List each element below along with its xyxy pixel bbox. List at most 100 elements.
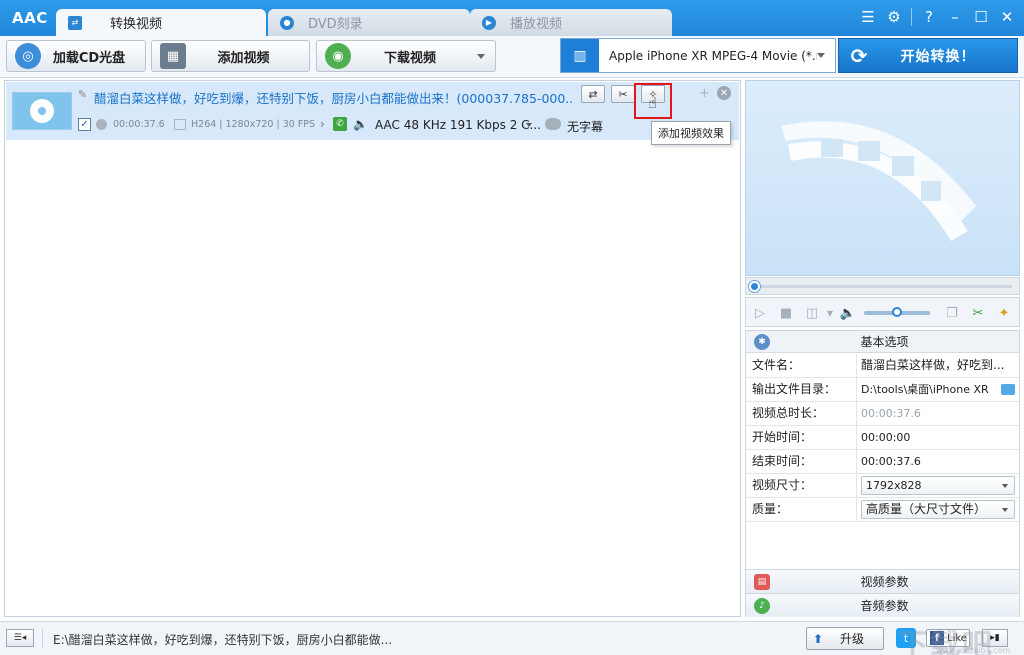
chevron-down-icon	[1002, 484, 1008, 488]
audio-track-select[interactable]: AAC 48 KHz 191 Kbps 2 C...	[375, 118, 541, 132]
audio-icon: ♪	[754, 597, 770, 614]
edit-pencil-icon[interactable]: ✎	[78, 88, 87, 101]
file-title[interactable]: 醋溜白菜这样做，好吃到爆，还特别下饭，厨房小白都能做出来！(000037.785…	[94, 88, 574, 107]
status-path: E:\醋溜白菜这样做，好吃到爆，还特别下饭，厨房小白都能做...	[53, 633, 393, 647]
play-icon: ▶	[482, 15, 496, 30]
end-time-field[interactable]: 00:00:37.6	[857, 450, 1019, 473]
load-cd-button[interactable]: ◎ 加载CD光盘	[6, 40, 146, 72]
load-cd-label: 加载CD光盘	[52, 50, 126, 66]
filename-field[interactable]: 醋溜白菜这样做，好吃到...	[857, 354, 1019, 377]
camera-icon[interactable]: ◫	[804, 305, 820, 321]
convert-icon: ⇄	[68, 15, 82, 30]
prop-key: 输出文件目录：	[746, 378, 857, 401]
chevron-down-icon	[1002, 508, 1008, 512]
start-time-field[interactable]: 00:00:00	[857, 426, 1019, 449]
chevron-down-icon[interactable]	[526, 123, 532, 127]
arrow-up-icon: ⬆	[813, 631, 824, 646]
video-params-section[interactable]: ▤ 视频参数	[746, 569, 1019, 593]
cut-button[interactable]: ✂	[611, 85, 635, 103]
stop-icon[interactable]: ■	[778, 305, 794, 321]
chevron-down-icon[interactable]: ▼	[822, 305, 838, 321]
twitter-icon[interactable]: t	[896, 628, 916, 648]
hand-cursor-icon: ☝	[648, 94, 658, 112]
subtitle-select[interactable]: 无字幕	[567, 118, 603, 135]
cd-plus-icon: ◎	[15, 43, 41, 69]
quality-select[interactable]: 高质量（大尺寸文件）	[861, 500, 1015, 519]
file-list: ✎ 醋溜白菜这样做，好吃到爆，还特别下饭，厨房小白都能做出来！(000037.7…	[4, 80, 741, 617]
window-controls: ☰ ⚙ ? – ☐ ✕	[859, 8, 1016, 26]
chevron-down-icon[interactable]	[477, 53, 485, 59]
player-controls: ▷ ■ ◫ ▼ 🔈 ❐ ✂ ✦	[745, 297, 1020, 327]
tab-dvd-burn[interactable]: ● DVD刻录	[268, 9, 470, 36]
panel-title: 基本选项	[860, 335, 909, 349]
minimize-icon[interactable]: –	[946, 8, 964, 26]
film-icon	[174, 119, 186, 130]
prop-key: 结束时间：	[746, 450, 857, 473]
wrench-icon: ✱	[754, 333, 770, 350]
help-icon[interactable]: ?	[920, 8, 938, 26]
seek-handle[interactable]	[749, 281, 760, 292]
volume-handle[interactable]	[892, 307, 902, 317]
output-dir-field[interactable]: D:\tools\桌面\iPhone XR	[857, 378, 1019, 401]
folder-icon[interactable]	[1001, 384, 1015, 395]
scissors-icon[interactable]: ✂	[970, 305, 986, 321]
plus-icon[interactable]: +	[699, 86, 710, 101]
prop-row-start-time: 开始时间： 00:00:00	[746, 426, 1019, 450]
disc-icon: ●	[280, 15, 294, 30]
tab-convert-video[interactable]: ⇄ 转换视频	[56, 9, 266, 36]
start-convert-button[interactable]: ⟳ 开始转换！	[838, 38, 1018, 73]
list-item[interactable]: ✎ 醋溜白菜这样做，好吃到爆，还特别下饭，厨房小白都能做出来！(000037.7…	[6, 82, 739, 145]
output-dir-value: D:\tools\桌面\iPhone XR	[861, 383, 989, 396]
film-reel-icon	[30, 99, 54, 123]
subtitle-bubble-icon	[545, 118, 561, 130]
section-label: 视频参数	[860, 575, 909, 589]
remove-item-icon[interactable]: ✕	[717, 86, 731, 100]
like-label: Like	[947, 632, 967, 644]
seek-track	[754, 285, 1012, 288]
tab-label: 播放视频	[510, 17, 563, 32]
chevron-right-icon[interactable]: ›	[320, 117, 325, 131]
gear-icon[interactable]: ⚙	[885, 8, 903, 26]
video-size-select[interactable]: 1792x828	[861, 476, 1015, 495]
upgrade-button[interactable]: ⬆ 升级	[806, 627, 884, 650]
tooltip: 添加视频效果	[651, 121, 731, 145]
app-logo: AAC	[12, 9, 48, 27]
seek-bar[interactable]	[745, 277, 1020, 295]
magic-wand-icon[interactable]: ✦	[996, 305, 1012, 321]
prop-key: 视频总时长：	[746, 402, 857, 425]
video-thumbnail[interactable]	[12, 92, 72, 130]
panel-toggle-button[interactable]: ▸▮	[982, 629, 1008, 647]
prop-row-output-dir: 输出文件目录： D:\tools\桌面\iPhone XR	[746, 378, 1019, 402]
start-label: 开始转换！	[900, 48, 976, 65]
total-duration-value: 00:00:37.6	[861, 407, 921, 420]
close-icon[interactable]: ✕	[998, 8, 1016, 26]
film-icon: ▤	[754, 573, 770, 590]
watermark-url: www.xiazaiba.com	[936, 646, 1011, 655]
tab-label: DVD刻录	[308, 17, 363, 32]
prop-key: 质量：	[746, 498, 857, 521]
profile-label: Apple iPhone XR MPEG-4 Movie (*.m...	[609, 48, 817, 63]
play-icon[interactable]: ▷	[752, 305, 768, 321]
convert-settings-button[interactable]: ⇄	[581, 85, 605, 103]
properties-panel: ✱ 基本选项 文件名： 醋溜白菜这样做，好吃到... 输出文件目录： D:\to…	[745, 330, 1020, 617]
prop-key: 文件名：	[746, 354, 857, 377]
copy-icon[interactable]: ❐	[944, 305, 960, 321]
download-video-button[interactable]: ◉ 下载视频	[316, 40, 496, 72]
output-profile-select[interactable]: ▥ Apple iPhone XR MPEG-4 Movie (*.m...	[560, 38, 836, 73]
video-size-value: 1792x828	[866, 479, 922, 492]
maximize-icon[interactable]: ☐	[972, 8, 990, 26]
tab-play-video[interactable]: ▶ 播放视频	[470, 9, 672, 36]
audio-params-section[interactable]: ♪ 音频参数	[746, 593, 1019, 617]
menu-icon[interactable]: ☰	[859, 8, 877, 26]
item-checkbox[interactable]: ✓	[78, 118, 91, 131]
divider	[911, 8, 912, 26]
add-video-button[interactable]: ▦ 添加视频	[151, 40, 310, 72]
volume-icon[interactable]: 🔈	[840, 305, 856, 321]
list-toggle-button[interactable]: ☰◂	[6, 629, 34, 647]
prop-row-end-time: 结束时间： 00:00:37.6	[746, 450, 1019, 474]
basic-options-header[interactable]: ✱ 基本选项	[746, 331, 1019, 353]
facebook-like-button[interactable]: f Like	[926, 629, 970, 647]
duration-text: 00:00:37.6	[113, 119, 165, 130]
tab-label: 转换视频	[110, 17, 163, 32]
add-video-label: 添加视频	[217, 50, 270, 66]
